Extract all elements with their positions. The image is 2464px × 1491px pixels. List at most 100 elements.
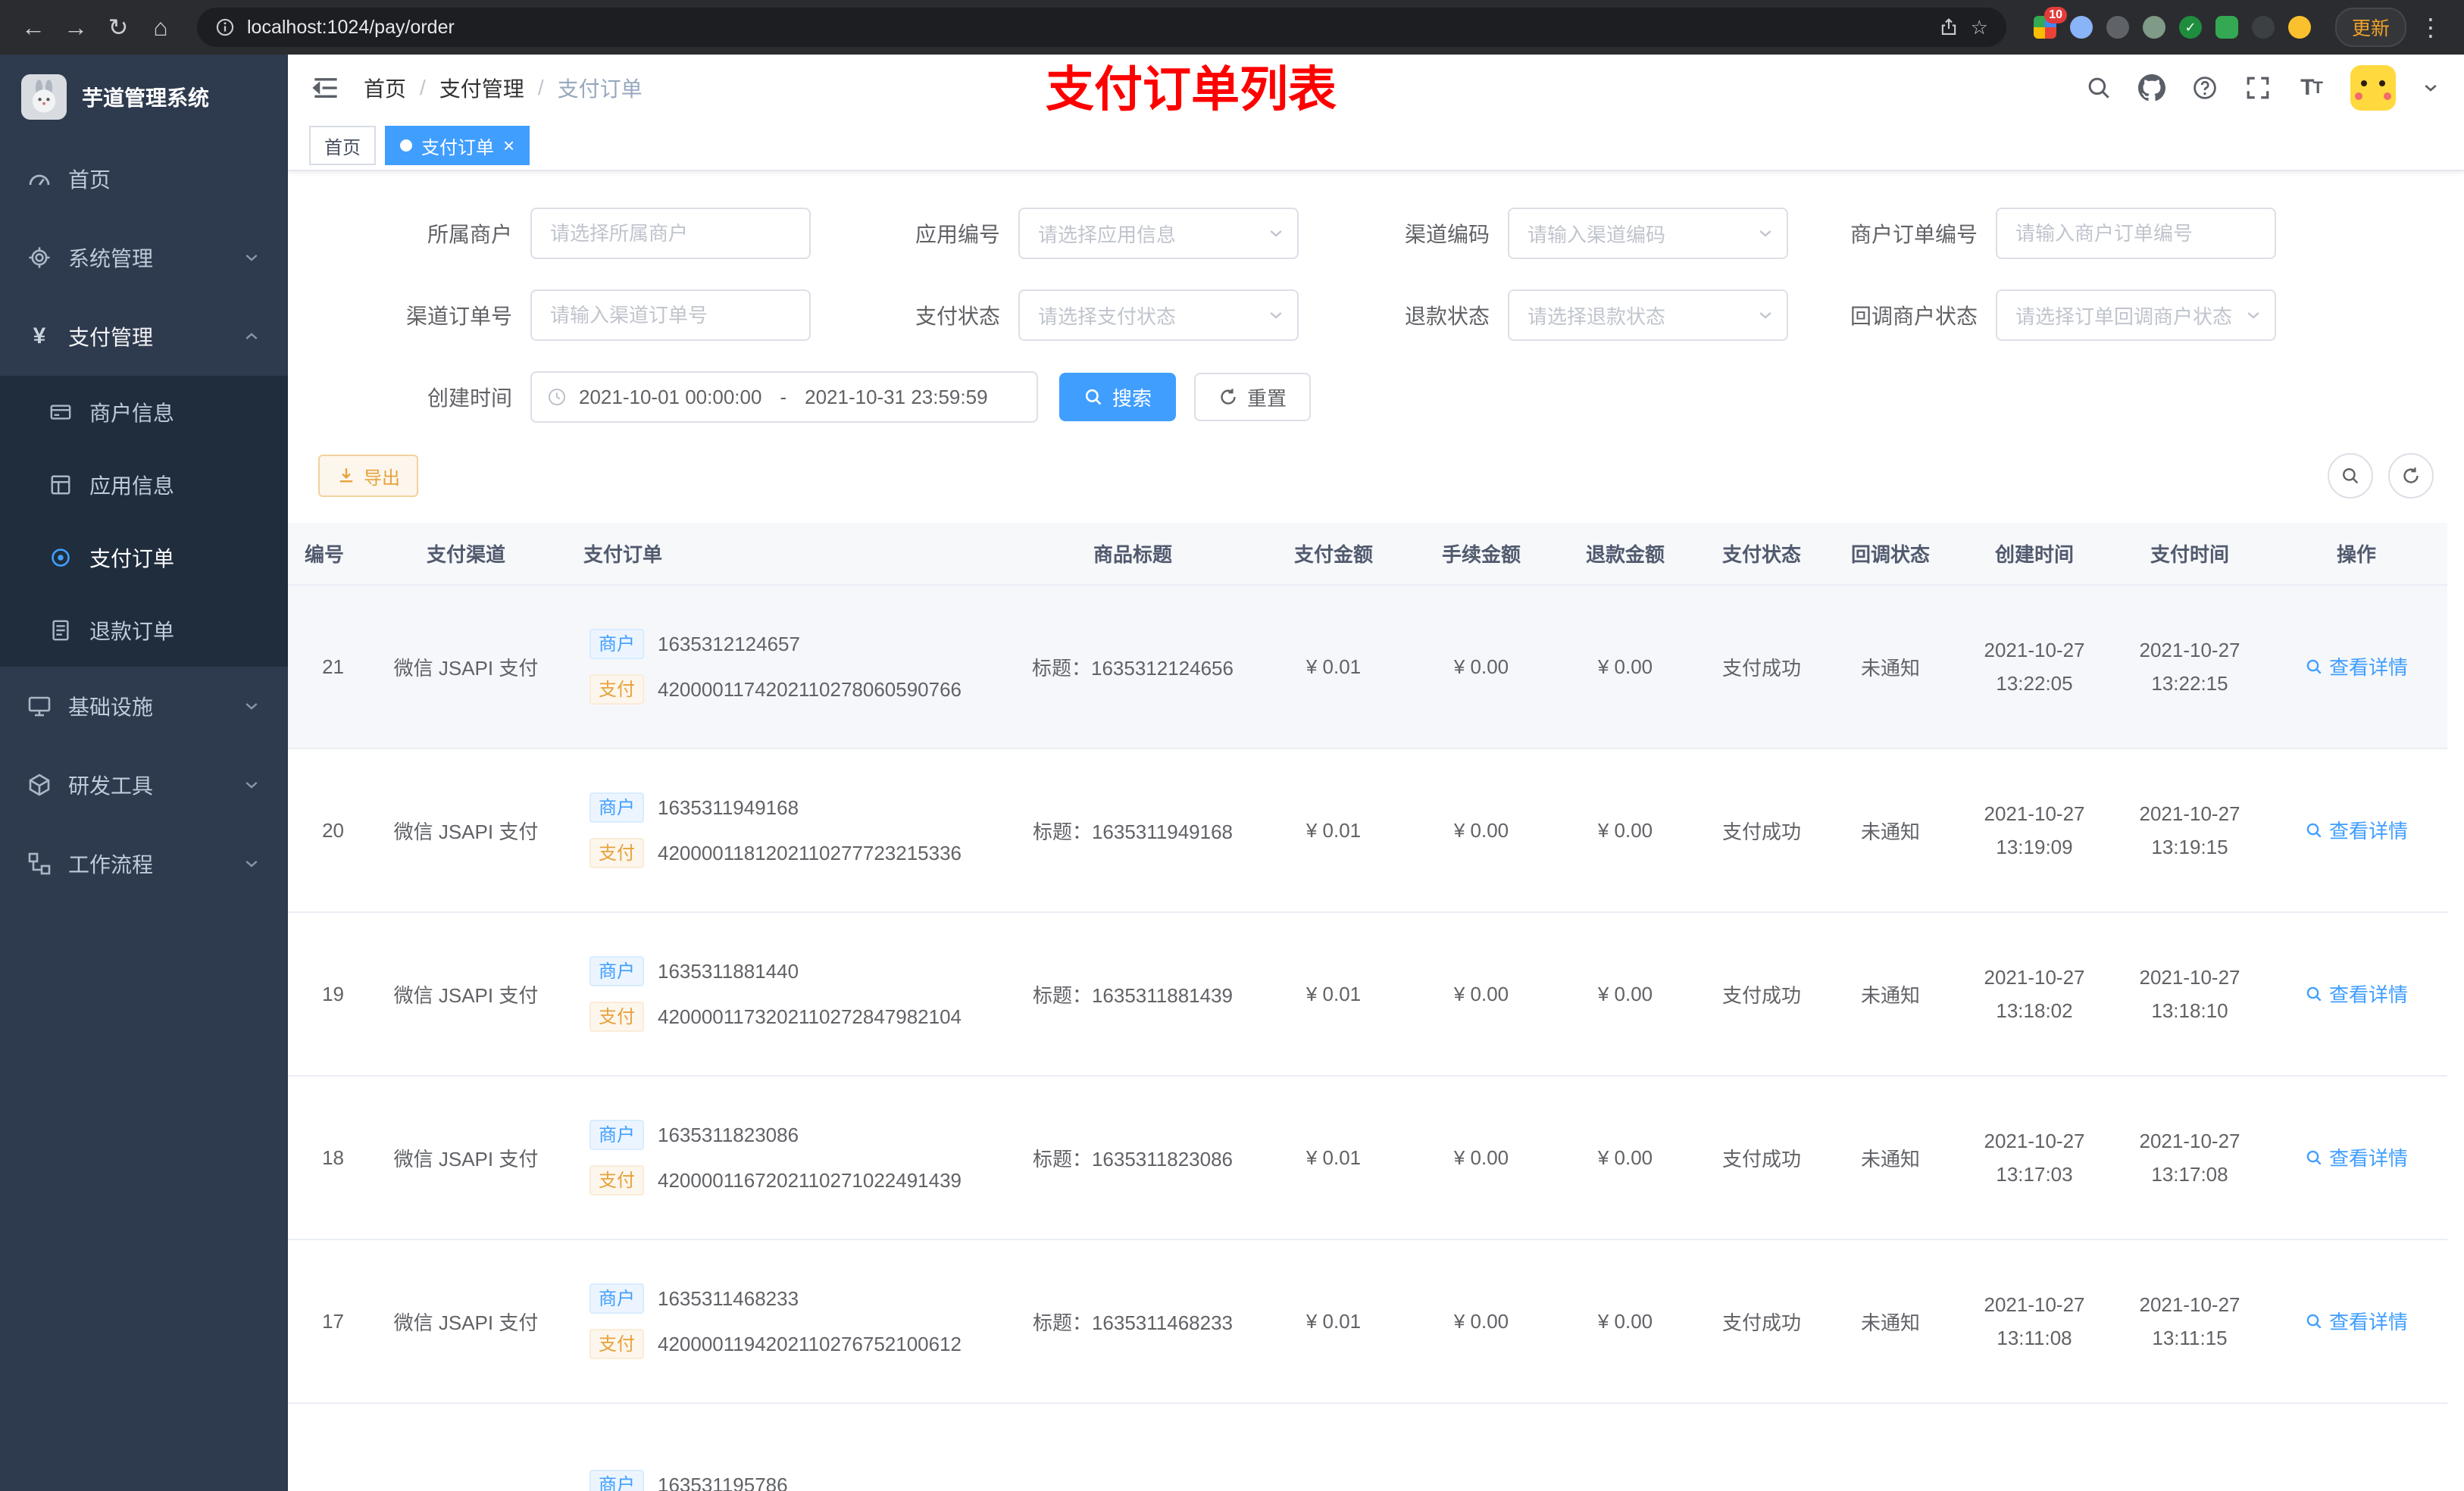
app-no-select[interactable]: 请选择应用信息 — [1018, 208, 1299, 259]
create-time-label: 创建时间 — [427, 386, 512, 410]
tab-close-icon[interactable]: × — [503, 136, 514, 155]
hide-search-icon[interactable] — [2328, 453, 2373, 499]
chevron-down-icon — [245, 255, 258, 261]
table-row-partial[interactable]: 商户 163531195786 — [288, 1404, 2447, 1491]
cell-id: 19 — [322, 982, 344, 1005]
search-icon[interactable] — [2085, 74, 2112, 102]
sidebar-item-pay[interactable]: ¥ 支付管理 — [0, 297, 288, 376]
channel-order-no: 4200001167202110271022491439 — [658, 1168, 962, 1192]
breadcrumb: 首页 / 支付管理 / 支付订单 — [364, 73, 643, 103]
sidebar-item-home[interactable]: 首页 — [0, 139, 288, 218]
notify-status-select[interactable]: 请选择订单回调商户状态 — [1996, 289, 2276, 341]
channel-order-no: 4200001174202110278060590766 — [658, 677, 962, 701]
extension-pin-icon[interactable] — [2251, 16, 2275, 39]
reset-button[interactable]: 重置 — [1194, 373, 1312, 421]
cell-fee-amount: ¥ 0.00 — [1453, 1309, 1509, 1333]
table-row[interactable]: 18 微信 JSAPI 支付 商户 1635311823086 支付 4200001… — [288, 1077, 2447, 1240]
font-size-icon[interactable]: TT — [2297, 74, 2325, 102]
extension-icons: 10 ✓ — [2033, 7, 2311, 39]
extension-green-gray-icon[interactable] — [2142, 16, 2165, 39]
sidebar-item-refund-order[interactable]: 退款订单 — [0, 594, 288, 667]
channel-order-no: 4200001194202110276752100612 — [658, 1332, 962, 1355]
sidebar-item-label: 首页 — [68, 168, 111, 192]
reload-icon[interactable]: ↻ — [100, 9, 136, 45]
cell-pay-amount: ¥ 0.01 — [1305, 655, 1362, 678]
create-time-range-input[interactable]: 2021-10-01 00:00:00 - 2021-10-31 23:59:5… — [530, 371, 1038, 423]
merchant-input[interactable] — [530, 208, 811, 259]
table-row[interactable]: 19 微信 JSAPI 支付 商户 1635311881440 支付 4200001… — [288, 913, 2447, 1077]
cell-notify-status: 未通知 — [1860, 1147, 1920, 1171]
magnifier-icon — [2306, 986, 2322, 1002]
back-icon[interactable]: ← — [15, 9, 52, 45]
cell-action: 查看详情 — [2265, 974, 2447, 1014]
sidebar-item-infra[interactable]: 基础设施 — [0, 667, 288, 746]
cell-create-time: 2021-10-27 13:18:02 — [1984, 965, 2085, 1022]
sidebar-item-workflow[interactable]: 工作流程 — [0, 824, 288, 903]
cell-refund-amount: ¥ 0.00 — [1597, 1309, 1653, 1333]
help-icon[interactable] — [2191, 74, 2219, 102]
view-detail-link[interactable]: 查看详情 — [2305, 980, 2408, 1008]
github-icon[interactable] — [2138, 74, 2165, 102]
view-detail-link[interactable]: 查看详情 — [2305, 816, 2408, 844]
address-bar[interactable]: localhost:1024/pay/order ☆ — [197, 8, 2006, 47]
cell-create-time: 2021-10-27 13:19:09 — [1984, 802, 2085, 858]
refresh-table-icon[interactable] — [2388, 453, 2434, 499]
browser-menu-icon[interactable]: ⋮ — [2412, 9, 2449, 45]
cell-notify-status: 未通知 — [1860, 820, 1920, 843]
search-button[interactable]: 搜索 — [1059, 373, 1177, 421]
sidebar-fold-icon[interactable] — [312, 74, 339, 102]
cell-pay-order: 商户 1635311949168 支付 4200001181202110277723… — [576, 786, 1008, 874]
cell-create-time: 2021-10-27 13:17:03 — [1984, 1129, 2085, 1186]
sidebar-item-app-info[interactable]: 应用信息 — [0, 449, 288, 521]
table-row[interactable]: 17 微信 JSAPI 支付 商户 1635311468233 支付 4200001… — [288, 1240, 2447, 1404]
breadcrumb-home[interactable]: 首页 — [364, 73, 406, 103]
extension-chat-icon[interactable] — [2215, 16, 2238, 39]
merchant-order-no: 1635311468233 — [658, 1286, 799, 1310]
browser-update-button[interactable]: 更新 — [2334, 8, 2406, 47]
action-bar: 导出 — [318, 453, 2434, 499]
sidebar-item-merchant-info[interactable]: 商户信息 — [0, 376, 288, 449]
cell-refund-amount: ¥ 0.00 — [1597, 1146, 1653, 1169]
view-detail-link[interactable]: 查看详情 — [2305, 1307, 2408, 1335]
browser-chrome: ← → ↻ ⌂ localhost:1024/pay/order ☆ 10 ✓ … — [0, 0, 2464, 55]
share-icon[interactable] — [1939, 17, 1959, 37]
magnifier-icon — [1085, 389, 1102, 405]
table-row[interactable]: 21 微信 JSAPI 支付 商户 1635312124657 支付 4200001… — [288, 586, 2447, 749]
user-avatar[interactable] — [2350, 65, 2396, 111]
view-detail-link[interactable]: 查看详情 — [2305, 652, 2408, 680]
monitor-icon — [27, 694, 52, 718]
refund-status-select[interactable]: 请选择退款状态 — [1508, 289, 1788, 341]
table-row[interactable]: 20 微信 JSAPI 支付 商户 1635311949168 支付 4200001… — [288, 749, 2447, 913]
cell-action: 查看详情 — [2265, 646, 2447, 687]
channel-code-select[interactable]: 请输入渠道编码 — [1508, 208, 1788, 259]
extensions-puzzle-icon[interactable]: 10 — [2033, 7, 2067, 39]
clock-icon — [548, 388, 566, 406]
document-icon — [48, 618, 73, 642]
tab-pay-order[interactable]: 支付订单 × — [385, 126, 530, 165]
bookmark-star-icon[interactable]: ☆ — [1971, 16, 1988, 39]
breadcrumb-pay-manage[interactable]: 支付管理 — [439, 73, 524, 103]
extension-smiley-icon[interactable] — [2287, 16, 2311, 39]
extension-blue-icon[interactable] — [2069, 16, 2093, 39]
extension-gray-icon[interactable] — [2106, 16, 2129, 39]
magnifier-icon — [2306, 1314, 2322, 1329]
site-info-icon[interactable] — [215, 17, 235, 37]
pay-status-select[interactable]: 请选择支付状态 — [1018, 289, 1299, 341]
channel-order-no-input[interactable] — [530, 289, 811, 341]
gear-icon — [27, 245, 52, 270]
cell-title: 标题：1635311881439 — [1032, 983, 1234, 1007]
sidebar-item-dev-tools[interactable]: 研发工具 — [0, 746, 288, 824]
breadcrumb-current: 支付订单 — [557, 77, 643, 101]
avatar-caret-icon[interactable] — [2422, 79, 2440, 97]
extension-check-icon[interactable]: ✓ — [2178, 16, 2202, 39]
sidebar-item-system[interactable]: 系统管理 — [0, 218, 288, 297]
fullscreen-icon[interactable] — [2244, 74, 2272, 102]
view-detail-link[interactable]: 查看详情 — [2305, 1143, 2408, 1171]
forward-icon[interactable]: → — [58, 9, 94, 45]
export-button[interactable]: 导出 — [318, 455, 418, 497]
tab-home[interactable]: 首页 — [309, 126, 376, 165]
sidebar-item-pay-order[interactable]: 支付订单 — [0, 521, 288, 594]
merchant-tag: 商户 — [589, 1470, 644, 1491]
home-icon[interactable]: ⌂ — [142, 9, 179, 45]
merchant-order-no-input[interactable] — [1996, 208, 2276, 259]
